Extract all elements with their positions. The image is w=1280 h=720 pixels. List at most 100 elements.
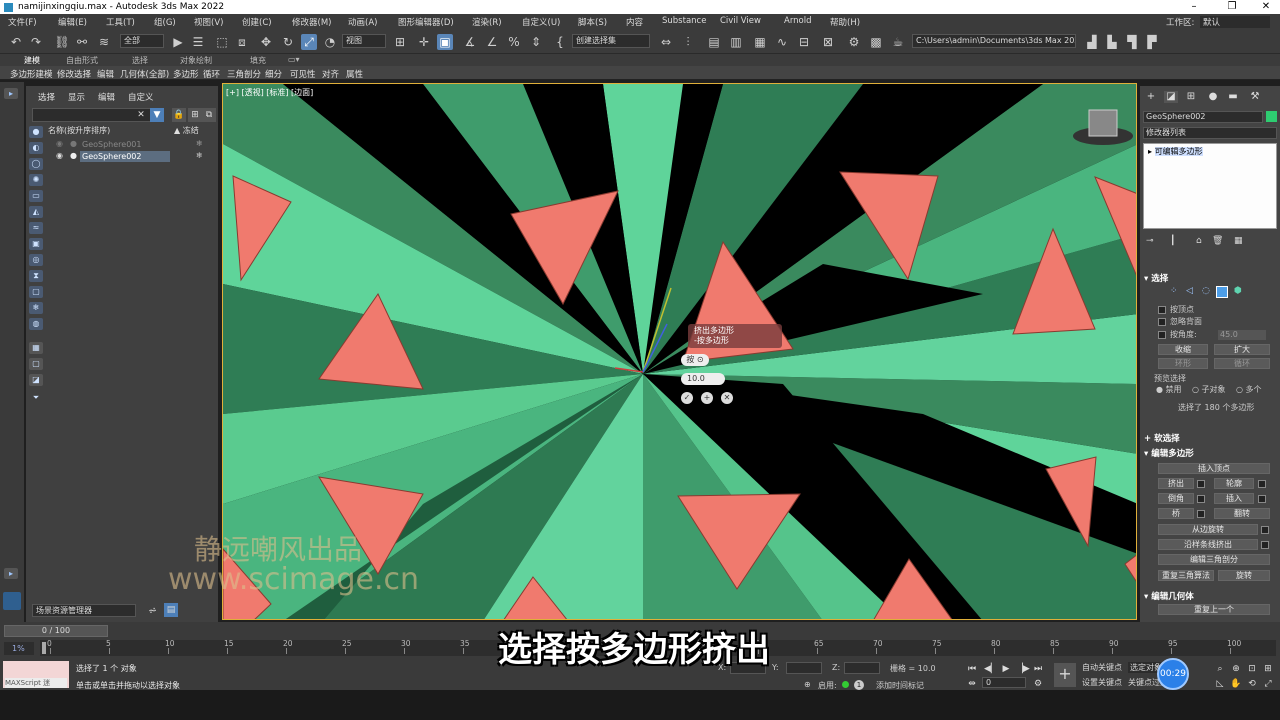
ribbon-align[interactable]: 对齐 [322,68,339,80]
menu-animation[interactable]: 动画(A) [348,16,377,28]
visibility-eye-icon[interactable]: ◉ [56,139,63,148]
loop-button[interactable]: 循环 [1214,358,1270,369]
select-none-icon[interactable]: ▢ [29,358,43,370]
maximize-button[interactable]: ❐ [1220,0,1244,14]
time-slider[interactable]: 0 / 100 [4,625,108,637]
ribbon-edit[interactable]: 编辑 [97,68,114,80]
inset-settings-icon[interactable] [1258,495,1266,503]
hinge-button[interactable]: 从边旋转 [1158,524,1258,535]
move-icon[interactable]: ✥ [258,34,274,50]
hierarchy-tab-icon[interactable]: ⊞ [1184,91,1198,103]
menu-arnold[interactable]: Arnold [784,16,812,26]
ribbon-triangulation[interactable]: 三角剖分 [227,68,261,80]
menu-help[interactable]: 帮助(H) [830,16,860,28]
select-by-name-icon[interactable]: ☰ [190,34,206,50]
extrude-spline-settings-icon[interactable] [1261,541,1269,549]
export-icon[interactable]: ▛ [1144,34,1160,50]
prev-frame-icon[interactable]: ◀▏ [984,663,998,675]
unlink-icon[interactable]: ⚯ [74,34,90,50]
configure-sets-icon[interactable]: ▦ [1234,236,1243,246]
grow-button[interactable]: 扩大 [1214,344,1270,355]
inset-button[interactable]: 插入 [1214,493,1254,504]
display-lights-icon[interactable]: ✺ [29,174,43,186]
close-button[interactable]: ✕ [1254,0,1278,14]
ribbon-loops[interactable]: 循环 [203,68,220,80]
pan-icon[interactable]: ✋ [1230,678,1242,690]
menu-civil-view[interactable]: Civil View [720,16,761,26]
caddy-extrude-type[interactable]: 按 ⊙ [681,354,709,366]
display-groups-icon[interactable]: ▣ [29,238,43,250]
ribbon-visibility[interactable]: 可见性 [290,68,316,80]
ribbon-polygons[interactable]: 多边形 [173,68,199,80]
edit-polygons-rollout[interactable]: ▾ 编辑多边形 [1144,447,1194,459]
timeline-zoom[interactable]: 1% [4,642,34,655]
border-mode-icon[interactable]: ◌ [1202,286,1210,296]
stack-item[interactable]: ▸ 可编辑多边形 [1148,146,1203,157]
ring-button[interactable]: 环形 [1158,358,1208,369]
ribbon-modify-selection[interactable]: 修改选择 [57,68,91,80]
preview-off-radio[interactable]: ● 禁用 [1156,384,1182,395]
menu-group[interactable]: 组(G) [154,16,176,28]
set-key-button[interactable]: 设置关键点 [1082,677,1122,688]
ribbon-geometry-all[interactable]: 几何体(全部) [120,68,169,80]
window-crossing-icon[interactable]: ⧈ [234,34,250,50]
maxscript-listener[interactable]: MAXScript 迷 [3,661,69,688]
zoom-extents-all-icon[interactable]: ⊞ [1262,663,1274,675]
layer-icon[interactable]: ⧉ [202,108,216,122]
rendered-frame-icon[interactable]: ▩ [868,34,884,50]
rect-selection-icon[interactable]: ⬚ [214,34,230,50]
menu-graph-editors[interactable]: 图形编辑器(D) [398,16,454,28]
place-icon[interactable]: ◔ [322,34,338,50]
ribbon-polygon-modeling[interactable]: 多边形建模 [10,68,53,80]
set-key-icon[interactable]: + [1054,663,1076,687]
explorer-dropdown[interactable]: 场景资源管理器 [32,604,136,617]
strip-tool-icon[interactable]: ▸ [4,88,18,99]
material-editor-icon[interactable]: ⊠ [820,34,836,50]
y-coordinate-field[interactable] [786,662,822,674]
se-row-geosphere002[interactable]: ◉ ● GeoSphere002 ❄ [46,151,216,162]
menu-customize[interactable]: 自定义(U) [522,16,560,28]
menu-content[interactable]: 内容 [626,16,643,28]
workspace-dropdown[interactable]: 默认 [1200,16,1270,28]
outline-settings-icon[interactable] [1258,480,1266,488]
menu-tools[interactable]: 工具(T) [106,16,135,28]
goto-end-icon[interactable]: ⏭ [1032,663,1044,675]
set-project-icon[interactable]: ▙ [1104,34,1120,50]
pivot-center-icon[interactable]: ⊞ [392,34,408,50]
layers-icon[interactable]: ⩫ [148,604,157,617]
preview-subobject-radio[interactable]: ○ 子对象 [1192,384,1226,395]
info-icon[interactable]: 1 [854,680,864,690]
tab-object-paint[interactable]: 对象绘制 [180,55,212,66]
retriangulate-button[interactable]: 重复三角算法 [1158,570,1214,581]
bevel-settings-icon[interactable] [1197,495,1205,503]
tab-populate[interactable]: 填充 [250,55,266,66]
zoom-icon[interactable]: ⌕ [1214,663,1226,675]
layer-explorer-icon[interactable]: ▥ [728,34,744,50]
fov-icon[interactable]: ◺ [1214,678,1226,690]
menu-modifiers[interactable]: 修改器(M) [292,16,331,28]
caddy-ok-button[interactable]: ✓ [681,392,693,404]
menu-edit[interactable]: 编辑(E) [58,16,87,28]
se-tab-select[interactable]: 选择 [38,91,55,103]
minimize-button[interactable]: – [1182,0,1206,14]
select-invert-icon[interactable]: ◪ [29,374,43,386]
spinner-snap-icon[interactable]: ⇕ [528,34,544,50]
next-frame-icon[interactable]: ▕▶ [1016,663,1030,675]
play-icon[interactable]: ▶ [1000,663,1012,675]
se-tab-display[interactable]: 显示 [68,91,85,103]
motion-tab-icon[interactable]: ● [1206,91,1220,103]
col-name[interactable]: 名称(按升序排序) [48,125,110,136]
extrude-settings-icon[interactable] [1197,480,1205,488]
preview-multiple-radio[interactable]: ○ 多个 [1236,384,1262,395]
utilities-tab-icon[interactable]: ⚒ [1248,91,1262,103]
hierarchy-icon[interactable]: ⊞ [188,108,202,122]
shrink-button[interactable]: 收缩 [1158,344,1208,355]
undo-icon[interactable]: ↶ [8,34,24,50]
named-selection-dropdown[interactable]: 创建选择集 [572,34,650,48]
outline-button[interactable]: 轮廓 [1214,478,1254,489]
maximize-viewport-icon[interactable]: ⤢ [1262,678,1274,690]
display-all-icon[interactable]: ● [29,126,43,138]
display-containers-icon[interactable]: ▢ [29,286,43,298]
extrude-spline-button[interactable]: 沿样条线挤出 [1158,539,1258,550]
edit-named-selection-icon[interactable]: { [552,34,568,50]
